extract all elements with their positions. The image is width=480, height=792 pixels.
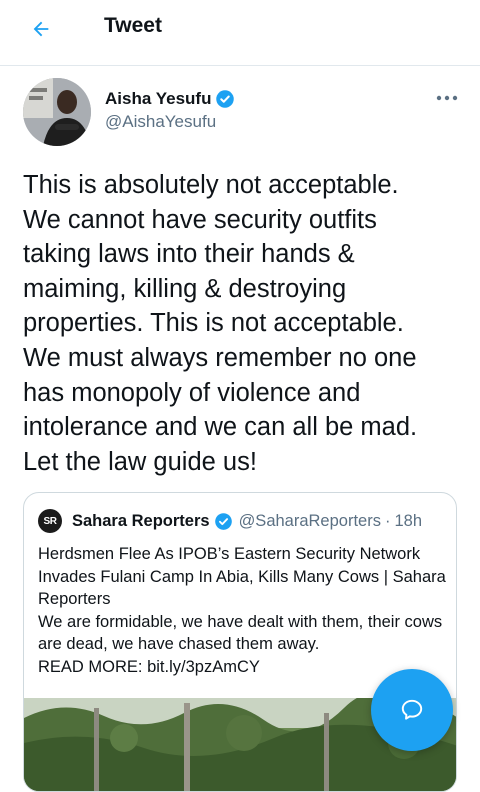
reply-fab-button[interactable]	[371, 669, 453, 751]
author-avatar[interactable]	[23, 78, 91, 146]
quoted-author-name: Sahara Reporters	[72, 511, 210, 530]
quoted-tweet-time: 18h	[394, 511, 422, 530]
quoted-tweet-text: Herdsmen Flee As IPOB’s Eastern Security…	[38, 543, 450, 678]
author-name-text: Aisha Yesufu	[105, 89, 212, 108]
author-handle[interactable]: @AishaYesufu	[105, 112, 216, 132]
verified-badge-icon	[216, 90, 235, 108]
back-button[interactable]	[24, 12, 58, 46]
quoted-tweet-card[interactable]: SR Sahara Reporters @SaharaReporters · 1…	[23, 492, 457, 792]
quoted-read-more: READ MORE: bit.ly/3pzAmCY	[38, 657, 260, 676]
quoted-author-avatar: SR	[38, 509, 62, 533]
compose-reply-icon	[401, 699, 423, 720]
author-name[interactable]: Aisha Yesufu	[105, 89, 235, 109]
top-bar: Tweet	[0, 0, 480, 66]
quoted-author-handle: @SaharaReporters	[238, 511, 381, 530]
tweet-text: This is absolutely not acceptable. We ca…	[23, 171, 418, 476]
quoted-body: We are formidable, we have dealt with th…	[38, 612, 443, 654]
more-horizontal-icon	[436, 95, 458, 101]
verified-badge-icon	[214, 512, 232, 530]
page-title: Tweet	[104, 14, 162, 37]
more-options-button[interactable]	[434, 88, 460, 108]
quoted-tweet-header: SR Sahara Reporters @SaharaReporters · 1…	[38, 509, 422, 533]
quoted-headline: Herdsmen Flee As IPOB’s Eastern Security…	[38, 545, 446, 608]
dot-separator: ·	[384, 511, 391, 530]
arrow-left-icon	[33, 21, 49, 37]
